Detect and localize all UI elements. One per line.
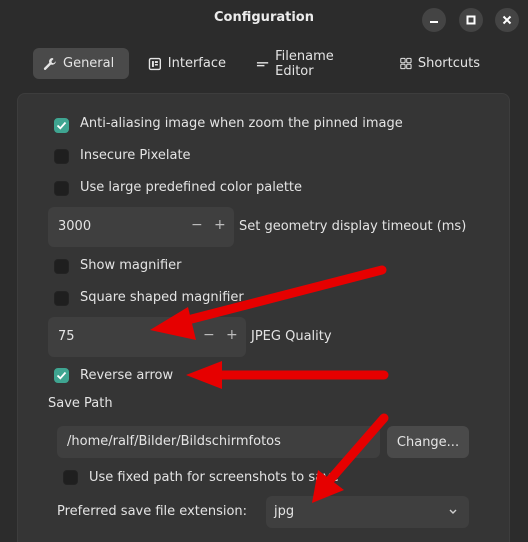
extension-label: Preferred save file extension: bbox=[57, 504, 248, 519]
extension-select[interactable]: jpg bbox=[266, 496, 469, 528]
square-magnifier-label: Square shaped magnifier bbox=[80, 290, 244, 305]
close-icon bbox=[502, 15, 512, 25]
reverse-arrow-label: Reverse arrow bbox=[80, 368, 174, 383]
geometry-timeout-spinbox[interactable]: 3000 − + bbox=[48, 207, 234, 247]
chevron-down-icon bbox=[449, 509, 457, 514]
extension-value: jpg bbox=[274, 504, 295, 519]
close-button[interactable] bbox=[495, 8, 519, 32]
tab-interface-label: Interface bbox=[167, 56, 226, 71]
minimize-button[interactable] bbox=[422, 8, 446, 32]
jpeg-quality-label: JPEG Quality bbox=[251, 329, 332, 344]
jpeg-quality-spinbox[interactable]: 75 − + bbox=[48, 317, 246, 357]
show-magnifier-checkbox[interactable] bbox=[54, 259, 69, 274]
decrement-button[interactable]: − bbox=[203, 327, 215, 343]
tab-general-label: General bbox=[63, 56, 115, 71]
tab-general[interactable]: General bbox=[33, 48, 129, 79]
checkmark-icon bbox=[56, 371, 67, 380]
tab-filename-editor-label: Filename Editor bbox=[275, 48, 334, 79]
large-palette-label: Use large predefined color palette bbox=[80, 180, 303, 195]
reverse-arrow-checkbox[interactable] bbox=[54, 368, 69, 383]
interface-icon bbox=[148, 57, 162, 70]
fixed-path-label: Use fixed path for screenshots to save bbox=[89, 470, 339, 485]
tab-shortcuts-label: Shortcuts bbox=[417, 56, 480, 71]
change-path-button[interactable]: Change... bbox=[387, 426, 469, 458]
maximize-icon bbox=[466, 15, 476, 25]
tab-interface[interactable]: Interface bbox=[138, 48, 236, 79]
grid-icon bbox=[400, 57, 412, 70]
jpeg-quality-value: 75 bbox=[58, 329, 75, 344]
geometry-timeout-label: Set geometry display timeout (ms) bbox=[239, 219, 467, 234]
show-magnifier-label: Show magnifier bbox=[80, 258, 182, 273]
square-magnifier-checkbox[interactable] bbox=[54, 291, 69, 306]
save-path-field[interactable]: /home/ralf/Bilder/Bildschirmfotos bbox=[57, 426, 380, 458]
insecure-pixelate-label: Insecure Pixelate bbox=[80, 148, 191, 163]
increment-button[interactable]: + bbox=[226, 327, 238, 343]
geometry-timeout-value: 3000 bbox=[58, 219, 92, 234]
fixed-path-checkbox[interactable] bbox=[63, 470, 78, 485]
large-palette-checkbox[interactable] bbox=[54, 181, 69, 196]
insecure-pixelate-checkbox[interactable] bbox=[54, 149, 69, 164]
decrement-button[interactable]: − bbox=[191, 217, 203, 233]
window-title: Configuration bbox=[214, 10, 314, 25]
tab-bar: General Interface Filename Editor Shortc… bbox=[0, 48, 528, 80]
save-path-heading: Save Path bbox=[48, 396, 113, 411]
tab-shortcuts[interactable]: Shortcuts bbox=[390, 48, 490, 79]
general-settings-panel[interactable]: Anti-aliasing image when zoom the pinned… bbox=[17, 93, 510, 542]
save-path-value: /home/ralf/Bilder/Bildschirmfotos bbox=[67, 434, 281, 449]
text-lines-icon bbox=[256, 61, 269, 66]
maximize-button[interactable] bbox=[459, 8, 483, 32]
wrench-icon bbox=[43, 57, 56, 70]
increment-button[interactable]: + bbox=[214, 217, 226, 233]
tab-filename-editor[interactable]: Filename Editor bbox=[246, 48, 380, 79]
title-bar: Configuration bbox=[0, 0, 528, 38]
minimize-icon bbox=[430, 21, 438, 23]
